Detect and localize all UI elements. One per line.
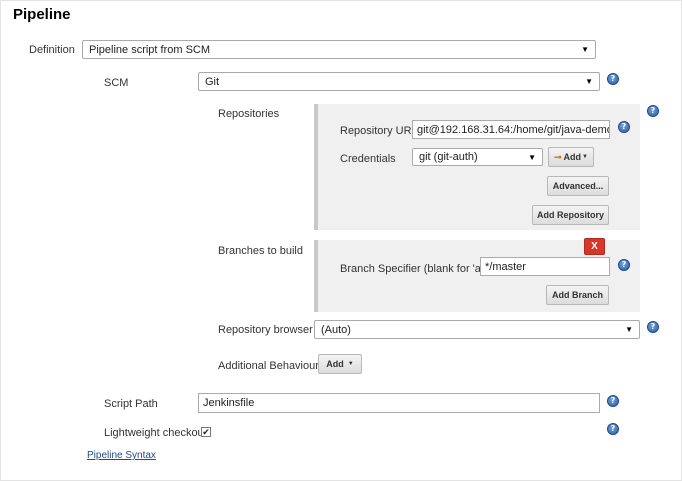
- help-icon[interactable]: ?: [618, 259, 630, 271]
- branch-specifier-input[interactable]: */master: [480, 257, 610, 276]
- help-icon[interactable]: ?: [647, 105, 659, 117]
- additional-behaviours-label: Additional Behaviours: [218, 360, 325, 372]
- key-icon: ⊸: [554, 151, 562, 162]
- repositories-label: Repositories: [218, 108, 280, 120]
- scm-select[interactable]: Git ▼: [198, 72, 600, 91]
- lightweight-checkout-checkbox[interactable]: ✔: [201, 427, 211, 437]
- pipeline-syntax-link[interactable]: Pipeline Syntax: [87, 450, 156, 461]
- credentials-select[interactable]: git (git-auth) ▼: [412, 148, 543, 166]
- add-credentials-label: Add: [563, 152, 582, 162]
- definition-label: Definition: [29, 44, 75, 56]
- branch-specifier-label: Branch Specifier (blank for 'any'): [340, 263, 499, 275]
- repository-browser-label: Repository browser: [218, 324, 313, 336]
- chevron-down-icon: ▼: [528, 152, 536, 162]
- credentials-value: git (git-auth): [419, 151, 478, 163]
- add-behaviour-button[interactable]: Add ▼: [318, 354, 362, 374]
- script-path-input[interactable]: Jenkinsfile: [198, 393, 600, 413]
- add-branch-button[interactable]: Add Branch: [546, 285, 609, 305]
- help-icon[interactable]: ?: [607, 395, 619, 407]
- repository-browser-select[interactable]: (Auto) ▼: [314, 320, 640, 339]
- chevron-down-icon: ▼: [582, 154, 588, 160]
- help-icon[interactable]: ?: [618, 121, 630, 133]
- help-icon[interactable]: ?: [607, 423, 619, 435]
- delete-branch-button[interactable]: X: [584, 238, 605, 255]
- lightweight-checkout-label: Lightweight checkout: [104, 427, 207, 439]
- definition-value: Pipeline script from SCM: [89, 43, 211, 56]
- definition-select[interactable]: Pipeline script from SCM ▼: [82, 40, 596, 59]
- add-repository-button[interactable]: Add Repository: [532, 205, 609, 225]
- chevron-down-icon: ▼: [625, 325, 633, 334]
- repository-url-label: Repository URL: [340, 125, 418, 137]
- add-behaviour-label: Add: [326, 359, 344, 369]
- advanced-button[interactable]: Advanced...: [547, 176, 609, 196]
- help-icon[interactable]: ?: [607, 73, 619, 85]
- credentials-label: Credentials: [340, 153, 396, 165]
- scm-value: Git: [205, 75, 220, 88]
- scm-label: SCM: [104, 77, 129, 89]
- repository-url-input[interactable]: git@192.168.31.64:/home/git/java-demo.gi…: [412, 120, 610, 139]
- add-credentials-button[interactable]: ⊸ Add ▼: [548, 147, 594, 167]
- chevron-down-icon: ▼: [585, 77, 593, 86]
- page-title: Pipeline: [13, 6, 71, 23]
- branches-label: Branches to build: [218, 245, 303, 257]
- chevron-down-icon: ▼: [347, 361, 354, 367]
- help-icon[interactable]: ?: [647, 321, 659, 333]
- script-path-label: Script Path: [104, 398, 158, 410]
- repository-browser-value: (Auto): [321, 323, 351, 336]
- chevron-down-icon: ▼: [581, 45, 589, 54]
